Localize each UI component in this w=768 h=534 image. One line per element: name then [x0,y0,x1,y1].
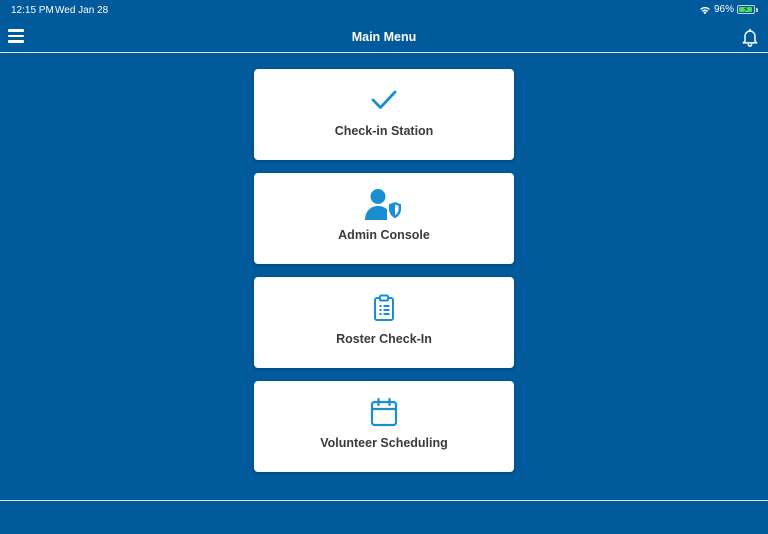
menu-item-label: Volunteer Scheduling [320,436,448,450]
check-in-station-button[interactable]: Check-in Station [254,69,514,160]
menu-item-label: Check-in Station [334,124,434,138]
roster-check-in-button[interactable]: Roster Check-In [254,277,514,368]
volunteer-scheduling-button[interactable]: Volunteer Scheduling [254,381,514,472]
status-time: 12:15 PM [11,5,54,16]
charging-bolt-icon: ⚡ [743,5,749,14]
menu-item-label: Admin Console [338,228,430,242]
clipboard-list-icon [374,294,394,321]
footer-divider [0,500,768,501]
battery-percent: 96% [713,4,734,15]
battery-nub [756,7,758,12]
calendar-icon [370,397,398,427]
menu-item-label: Roster Check-In [336,332,432,346]
main-menu-list: Check-in Station Admin Console Roster Ch… [254,69,514,485]
status-date: Wed Jan 28 [55,5,109,16]
status-bar: 12:15 PM Wed Jan 28 96% ⚡ [0,0,768,22]
page-title: Main Menu [351,30,417,44]
wifi-icon [700,6,710,14]
bell-icon[interactable] [740,27,760,47]
checkmark-icon [371,90,397,109]
battery-charging-icon: ⚡ [737,5,755,14]
status-indicators: 96% ⚡ [699,4,758,15]
nav-bar: Main Menu [0,22,768,53]
user-shield-icon [365,189,403,221]
admin-console-button[interactable]: Admin Console [254,173,514,264]
